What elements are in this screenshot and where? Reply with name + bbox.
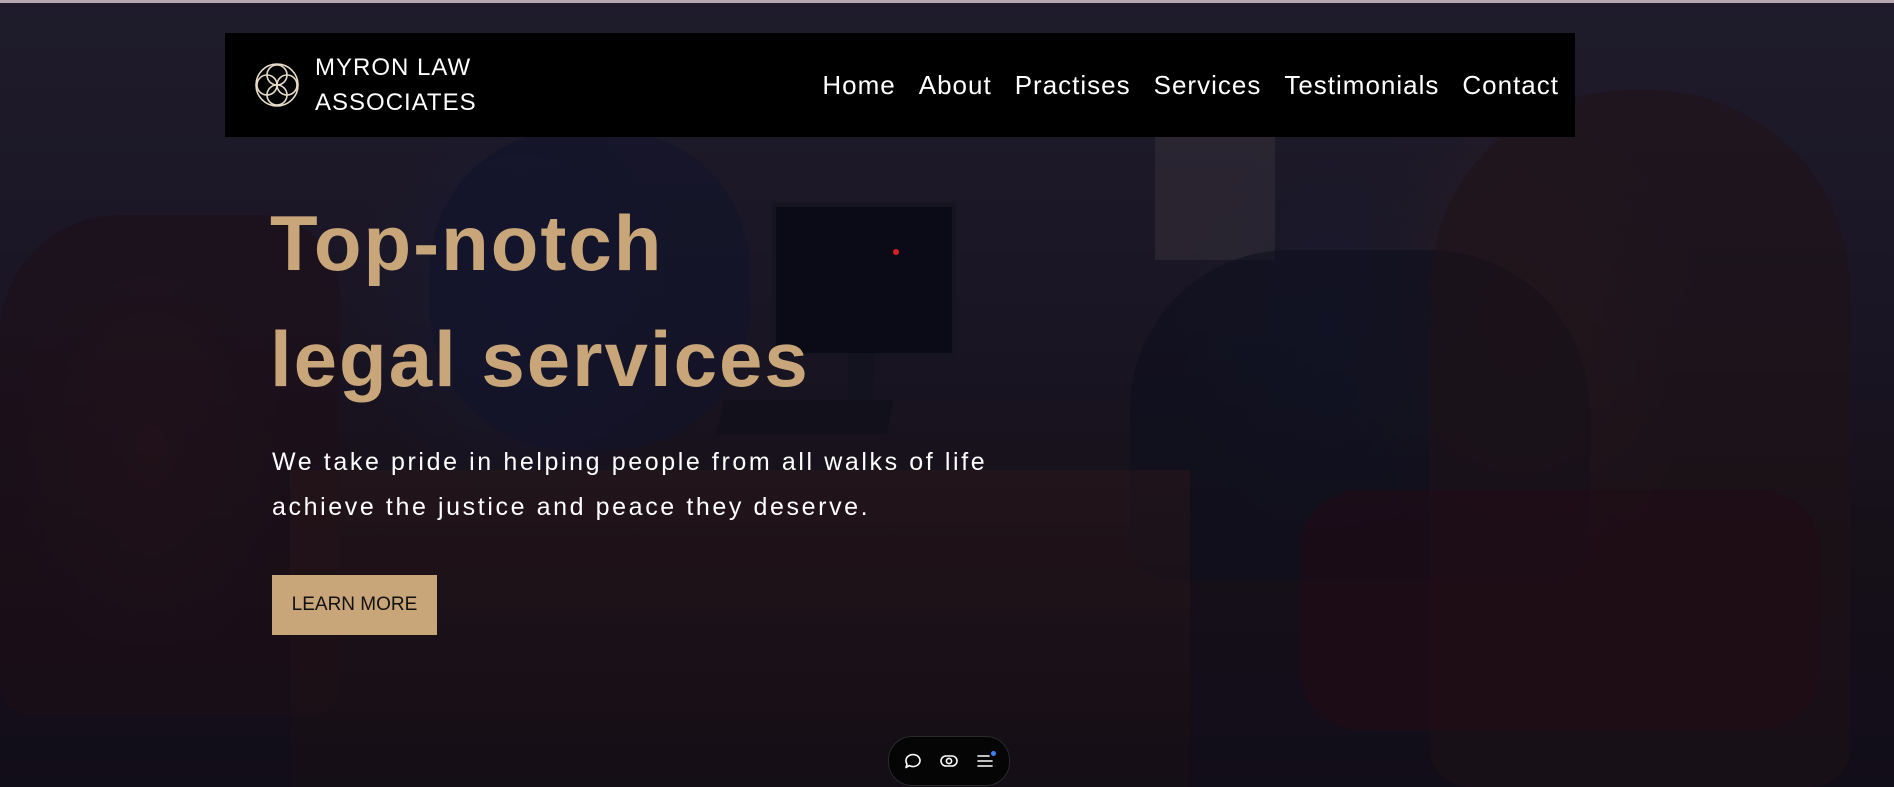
menu-list-icon[interactable] [973, 749, 997, 773]
brand-name-line2: ASSOCIATES [315, 89, 477, 116]
nav-home[interactable]: Home [822, 70, 895, 101]
cursor-dot [893, 249, 899, 255]
main-nav: Home About Practises Services Testimonia… [822, 33, 1559, 137]
nav-contact[interactable]: Contact [1462, 70, 1559, 101]
nav-services[interactable]: Services [1154, 70, 1262, 101]
top-border [0, 0, 1894, 3]
toggle-eye-icon[interactable] [937, 749, 961, 773]
navbar: MYRON LAW ASSOCIATES Home About Practise… [225, 33, 1575, 137]
learn-more-button[interactable]: LEARN MORE [272, 575, 437, 635]
brand-name[interactable]: MYRON LAW ASSOCIATES [315, 50, 477, 120]
brand-name-line1: MYRON LAW [315, 54, 472, 81]
floating-toolbar [888, 736, 1010, 786]
nav-testimonials[interactable]: Testimonials [1284, 70, 1439, 101]
hero-headline: Top-notch legal services [270, 185, 810, 417]
hero-headline-line1: Top-notch [270, 199, 664, 287]
nav-practises[interactable]: Practises [1015, 70, 1131, 101]
notification-dot [991, 751, 996, 756]
hero-headline-line2: legal services [270, 315, 810, 403]
nav-about[interactable]: About [919, 70, 992, 101]
chat-bubble-icon[interactable] [901, 749, 925, 773]
hero-subtext: We take pride in helping people from all… [272, 448, 988, 521]
interlocking-circles-icon[interactable] [254, 62, 300, 108]
